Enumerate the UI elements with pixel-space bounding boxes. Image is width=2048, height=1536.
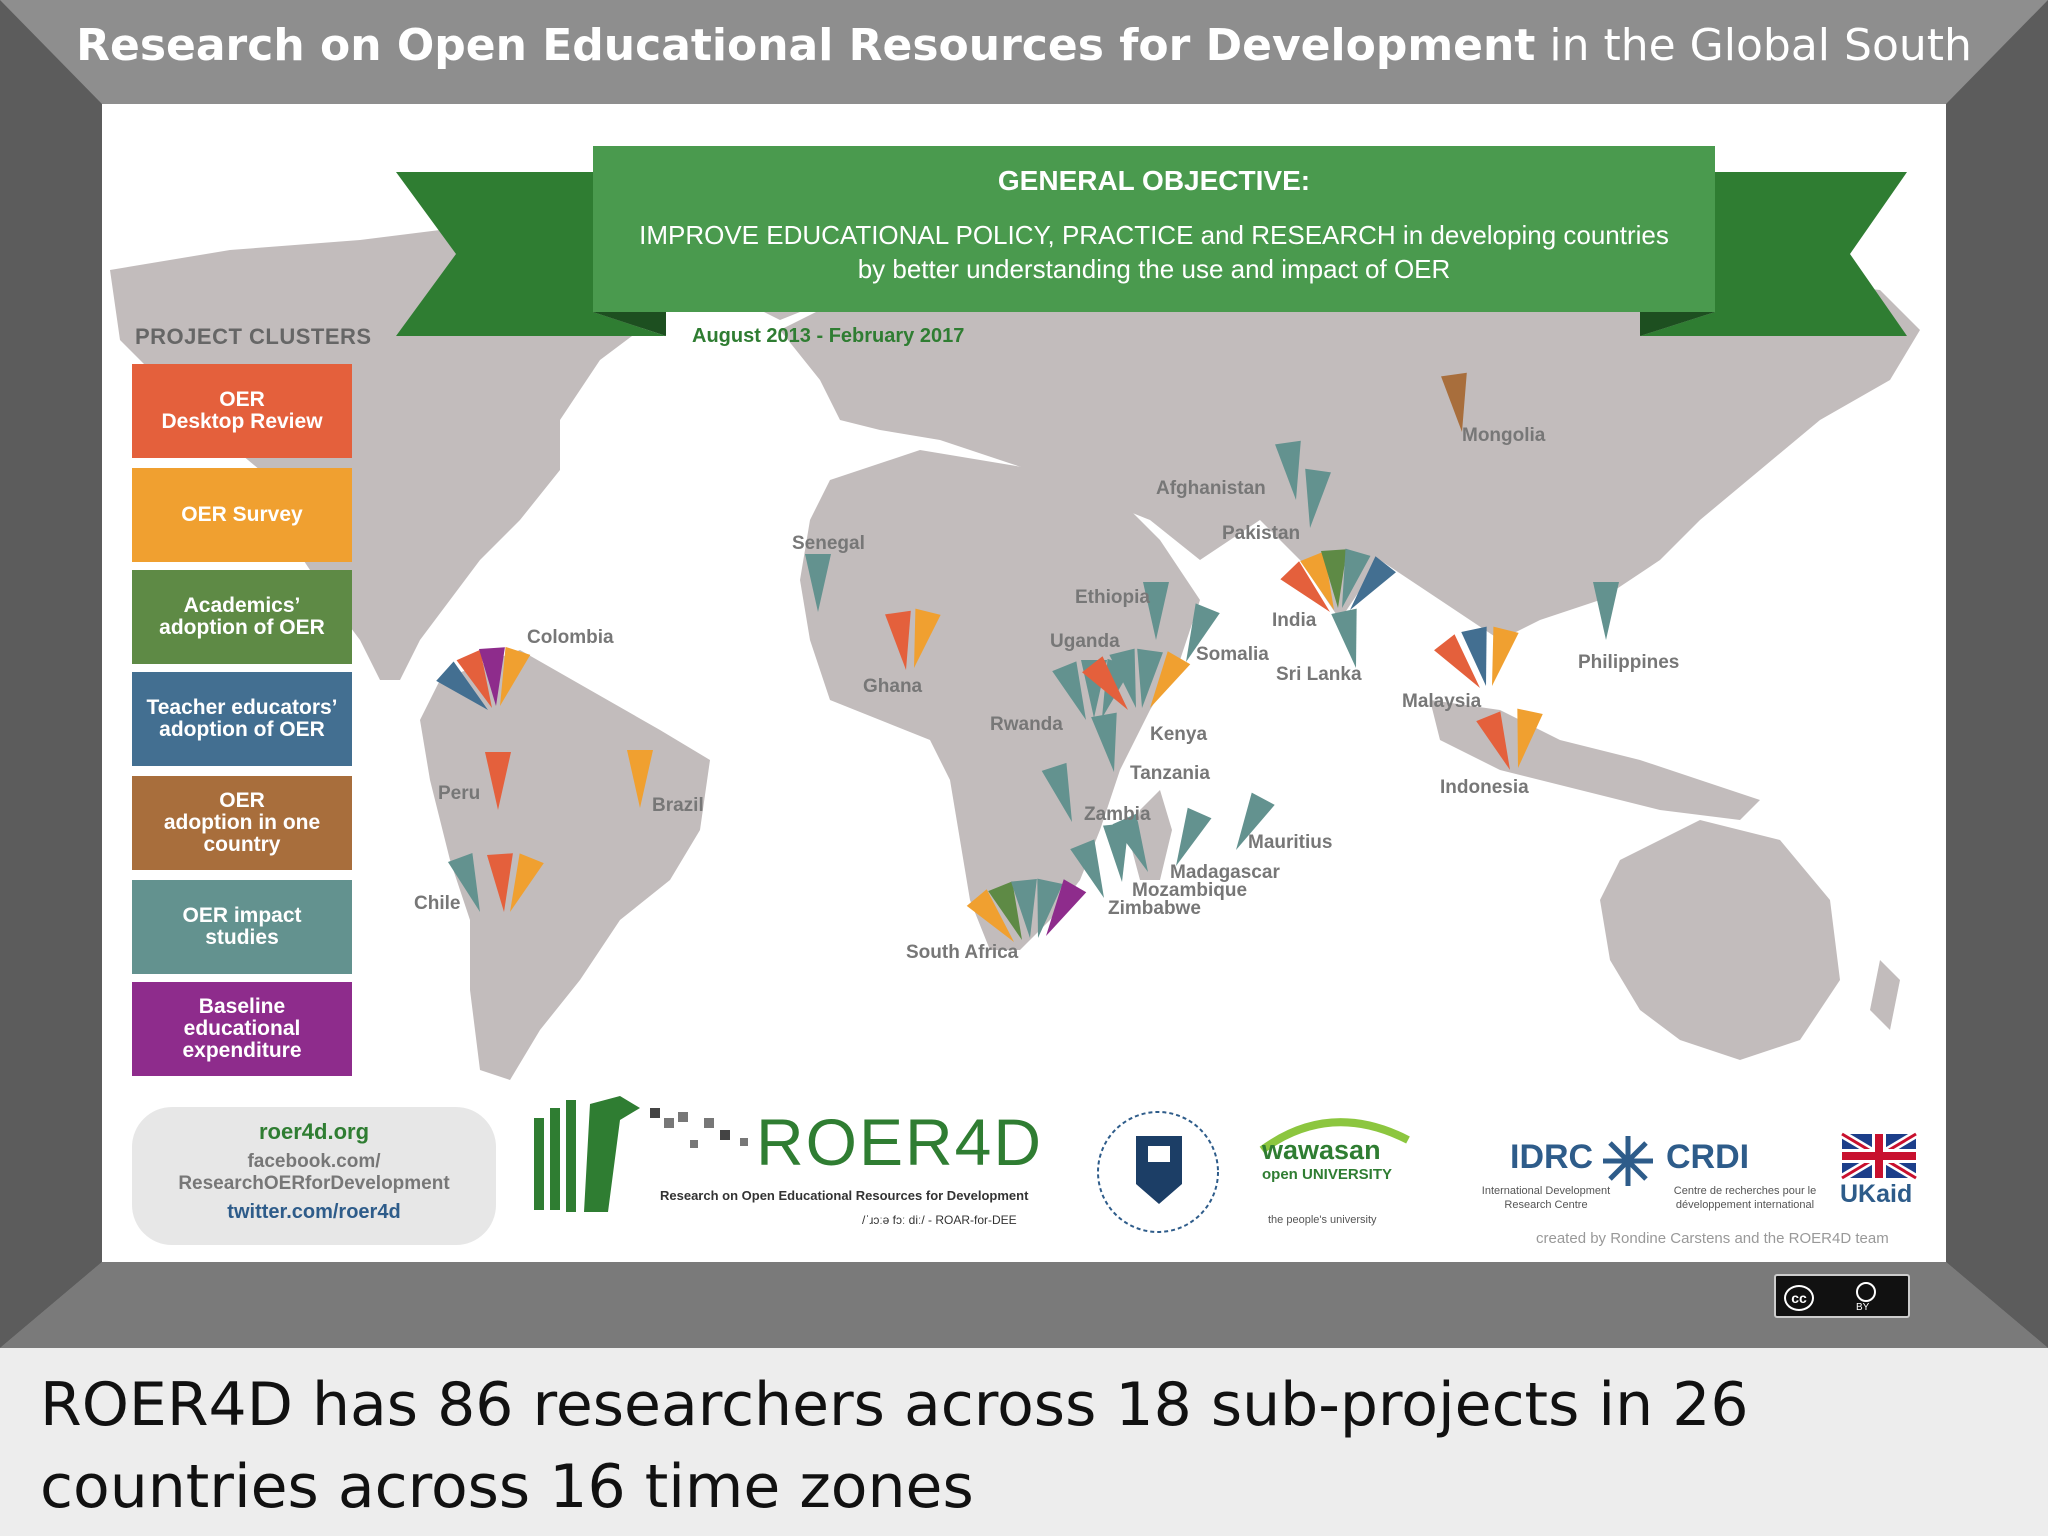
crdi-subtitle: Centre de recherches pour le développeme… — [1673, 1185, 1817, 1211]
frame-bottom-bevel — [0, 1262, 2048, 1348]
roer4d-logo-pronunciation: /ˈɹɔːə fɔː diː/ - ROAR-for-DEE — [862, 1213, 1017, 1227]
attribution-icon — [1856, 1282, 1876, 1302]
label-philippines: Philippines — [1578, 652, 1680, 673]
cluster-baseline-expenditure: Baseline educational expenditure — [132, 982, 352, 1076]
cluster-academics-adoption: Academics’ adoption of OER — [132, 570, 352, 664]
wawasan-tagline: the people's university — [1268, 1214, 1377, 1226]
label-uganda: Uganda — [1050, 631, 1120, 652]
idrc-logo: IDRC — [1510, 1138, 1594, 1176]
cluster-oer-impact: OER impact studies — [132, 880, 352, 974]
wawasan-logo: wawasan open UNIVERSITY — [1262, 1137, 1393, 1185]
clusters-heading: PROJECT CLUSTERS — [135, 324, 372, 349]
project-dates: August 2013 - February 2017 — [692, 325, 965, 347]
slide-caption: ROER4D has 86 researchers across 18 sub-… — [40, 1370, 1749, 1522]
roer4d-logo-text: ROER4D — [756, 1105, 1044, 1179]
university-of-cape-town-crest — [1097, 1111, 1219, 1233]
idrc-star-icon — [1603, 1136, 1653, 1186]
label-mauritius: Mauritius — [1248, 832, 1333, 853]
objective-text: IMPROVE EDUCATIONAL POLICY, PRACTICE and… — [593, 218, 1715, 286]
label-indonesia: Indonesia — [1440, 777, 1529, 798]
label-chile: Chile — [414, 893, 461, 914]
label-peru: Peru — [438, 783, 481, 804]
cluster-oer-one-country: OER adoption in one country — [132, 776, 352, 870]
contact-box: roer4d.org facebook.com/ ResearchOERforD… — [132, 1107, 496, 1245]
label-senegal: Senegal — [792, 533, 865, 554]
objective-line-1: IMPROVE EDUCATIONAL POLICY, PRACTICE and… — [639, 220, 1669, 250]
ukaid-logo: UKaid — [1840, 1180, 1913, 1208]
label-sri-lanka: Sri Lanka — [1276, 664, 1362, 685]
crdi-logo: CRDI — [1666, 1138, 1750, 1176]
wawasan-name: wawasan — [1262, 1135, 1381, 1165]
label-zambia: Zambia — [1084, 804, 1151, 825]
label-ethiopia: Ethiopia — [1075, 587, 1150, 608]
label-tanzania: Tanzania — [1130, 763, 1210, 784]
page-title: Research on Open Educational Resources f… — [76, 20, 1972, 71]
facebook-link[interactable]: facebook.com/ ResearchOERforDevelopment — [132, 1151, 496, 1195]
cluster-oer-desktop-review: OER Desktop Review — [132, 364, 352, 458]
uk-flag-icon — [1839, 1130, 1919, 1182]
label-zimbabwe: Zimbabwe — [1108, 898, 1201, 919]
frame-right-bevel — [1946, 0, 2048, 1348]
label-malaysia: Malaysia — [1402, 691, 1482, 712]
wawasan-subtitle: open UNIVERSITY — [1262, 1166, 1393, 1183]
label-rwanda: Rwanda — [990, 714, 1063, 735]
label-brazil: Brazil — [652, 795, 704, 816]
label-kenya: Kenya — [1150, 724, 1208, 745]
label-south-africa: South Africa — [906, 942, 1019, 963]
cc-license-badge[interactable]: cc BY — [1774, 1274, 1910, 1318]
label-colombia: Colombia — [527, 627, 614, 648]
cluster-teacher-educators: Teacher educators’ adoption of OER — [132, 672, 352, 766]
credit-line: created by Rondine Carstens and the ROER… — [1536, 1230, 1889, 1247]
frame-left-bevel — [0, 0, 102, 1348]
roer4d-logo-subtitle: Research on Open Educational Resources f… — [660, 1188, 1029, 1203]
objective-title: GENERAL OBJECTIVE: — [997, 165, 1311, 196]
website-link[interactable]: roer4d.org — [132, 1119, 496, 1145]
cc-icon: cc — [1784, 1285, 1814, 1311]
objective-line-2: by better understanding the use and impa… — [857, 254, 1451, 284]
label-somalia: Somalia — [1196, 644, 1269, 665]
idrc-subtitle: International Development Research Centr… — [1481, 1185, 1611, 1211]
twitter-link[interactable]: twitter.com/roer4d — [132, 1201, 496, 1224]
by-label: BY — [1856, 1302, 1870, 1313]
label-afghanistan: Afghanistan — [1156, 478, 1266, 499]
label-mongolia: Mongolia — [1462, 425, 1546, 446]
cluster-oer-survey: OER Survey — [132, 468, 352, 562]
label-pakistan: Pakistan — [1222, 523, 1301, 544]
label-india: India — [1272, 610, 1317, 631]
label-ghana: Ghana — [863, 676, 923, 697]
